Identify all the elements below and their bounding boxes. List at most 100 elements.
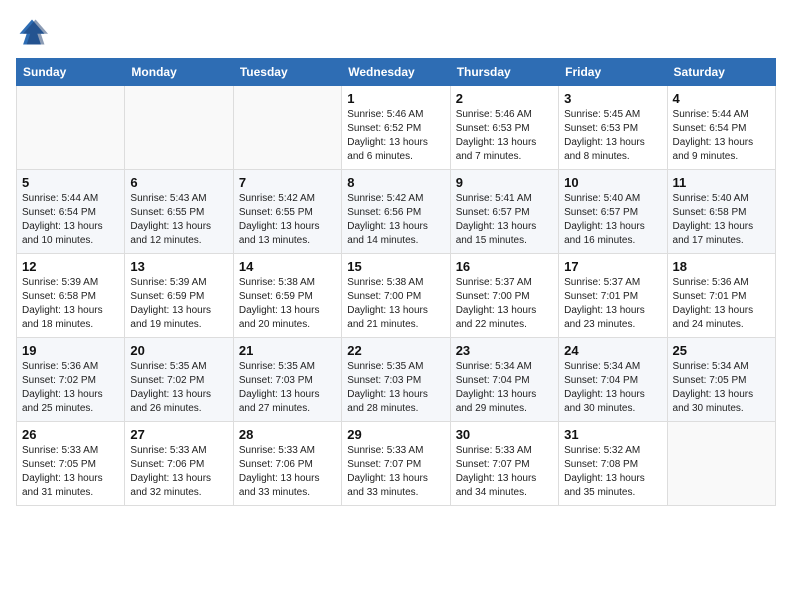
day-cell: 21 Sunrise: 5:35 AMSunset: 7:03 PMDayligh… [233,338,341,422]
day-info: Sunrise: 5:34 AMSunset: 7:05 PMDaylight:… [673,360,770,416]
day-number: 12 [22,259,119,274]
day-number: 9 [456,175,553,190]
day-number: 2 [456,91,553,106]
day-info: Sunrise: 5:37 AMSunset: 7:01 PMDaylight:… [564,276,661,332]
day-number: 6 [130,175,227,190]
day-info: Sunrise: 5:33 AMSunset: 7:07 PMDaylight:… [347,444,444,500]
day-info: Sunrise: 5:36 AMSunset: 7:02 PMDaylight:… [22,360,119,416]
day-info: Sunrise: 5:42 AMSunset: 6:56 PMDaylight:… [347,192,444,248]
day-number: 14 [239,259,336,274]
day-number: 27 [130,427,227,442]
day-number: 28 [239,427,336,442]
day-info: Sunrise: 5:37 AMSunset: 7:00 PMDaylight:… [456,276,553,332]
day-info: Sunrise: 5:38 AMSunset: 6:59 PMDaylight:… [239,276,336,332]
week-row-4: 19Sunrise: 5:36 AMSunset: 7:02 PMDayligh… [17,338,776,422]
day-cell: 27Sunrise: 5:33 AMSunset: 7:06 PMDayligh… [125,422,233,506]
day-cell: 6 Sunrise: 5:43 AMSunset: 6:55 PMDaylight… [125,170,233,254]
day-cell [233,86,341,170]
day-cell [17,86,125,170]
calendar-body: 1 Sunrise: 5:46 AMSunset: 6:52 PMDaylight… [17,86,776,506]
day-info: Sunrise: 5:32 AMSunset: 7:08 PMDaylight:… [564,444,661,500]
week-row-5: 26Sunrise: 5:33 AMSunset: 7:05 PMDayligh… [17,422,776,506]
day-cell: 1 Sunrise: 5:46 AMSunset: 6:52 PMDaylight… [342,86,450,170]
day-info: Sunrise: 5:34 AMSunset: 7:04 PMDaylight:… [456,360,553,416]
week-row-3: 12 Sunrise: 5:39 AMSunset: 6:58 PMDayligh… [17,254,776,338]
day-cell: 17 Sunrise: 5:37 AMSunset: 7:01 PMDayligh… [559,254,667,338]
day-info: Sunrise: 5:35 AMSunset: 7:03 PMDaylight:… [347,360,444,416]
day-info: Sunrise: 5:42 AMSunset: 6:55 PMDaylight:… [239,192,336,248]
day-cell: 15Sunrise: 5:38 AMSunset: 7:00 PMDayligh… [342,254,450,338]
day-info: Sunrise: 5:34 AMSunset: 7:04 PMDaylight:… [564,360,661,416]
day-cell: 12 Sunrise: 5:39 AMSunset: 6:58 PMDayligh… [17,254,125,338]
day-info: Sunrise: 5:33 AMSunset: 7:07 PMDaylight:… [456,444,553,500]
day-info: Sunrise: 5:44 AMSunset: 6:54 PMDaylight:… [673,108,770,164]
day-info: Sunrise: 5:45 AMSunset: 6:53 PMDaylight:… [564,108,661,164]
day-cell: 25Sunrise: 5:34 AMSunset: 7:05 PMDayligh… [667,338,775,422]
day-cell: 20Sunrise: 5:35 AMSunset: 7:02 PMDayligh… [125,338,233,422]
header-cell-sunday: Sunday [17,59,125,86]
day-info: Sunrise: 5:46 AMSunset: 6:53 PMDaylight:… [456,108,553,164]
day-info: Sunrise: 5:35 AMSunset: 7:03 PMDaylight:… [239,360,336,416]
day-number: 10 [564,175,661,190]
day-number: 24 [564,343,661,358]
day-number: 13 [130,259,227,274]
day-info: Sunrise: 5:40 AMSunset: 6:57 PMDaylight:… [564,192,661,248]
day-number: 18 [673,259,770,274]
header-cell-friday: Friday [559,59,667,86]
calendar-header: SundayMondayTuesdayWednesdayThursdayFrid… [17,59,776,86]
day-cell: 19Sunrise: 5:36 AMSunset: 7:02 PMDayligh… [17,338,125,422]
day-cell: 28 Sunrise: 5:33 AMSunset: 7:06 PMDayligh… [233,422,341,506]
day-info: Sunrise: 5:36 AMSunset: 7:01 PMDaylight:… [673,276,770,332]
calendar-table: SundayMondayTuesdayWednesdayThursdayFrid… [16,58,776,506]
day-cell: 16 Sunrise: 5:37 AMSunset: 7:00 PMDayligh… [450,254,558,338]
day-cell: 13 Sunrise: 5:39 AMSunset: 6:59 PMDayligh… [125,254,233,338]
day-number: 29 [347,427,444,442]
day-cell: 26Sunrise: 5:33 AMSunset: 7:05 PMDayligh… [17,422,125,506]
day-info: Sunrise: 5:33 AMSunset: 7:06 PMDaylight:… [239,444,336,500]
header-cell-thursday: Thursday [450,59,558,86]
day-info: Sunrise: 5:39 AMSunset: 6:58 PMDaylight:… [22,276,119,332]
week-row-1: 1 Sunrise: 5:46 AMSunset: 6:52 PMDaylight… [17,86,776,170]
day-cell: 31Sunrise: 5:32 AMSunset: 7:08 PMDayligh… [559,422,667,506]
day-number: 21 [239,343,336,358]
day-cell: 3Sunrise: 5:45 AMSunset: 6:53 PMDaylight… [559,86,667,170]
day-number: 5 [22,175,119,190]
page-header [16,16,776,48]
header-cell-tuesday: Tuesday [233,59,341,86]
header-row: SundayMondayTuesdayWednesdayThursdayFrid… [17,59,776,86]
day-cell: 4 Sunrise: 5:44 AMSunset: 6:54 PMDaylight… [667,86,775,170]
day-number: 4 [673,91,770,106]
day-number: 17 [564,259,661,274]
day-info: Sunrise: 5:38 AMSunset: 7:00 PMDaylight:… [347,276,444,332]
day-cell: 8 Sunrise: 5:42 AMSunset: 6:56 PMDaylight… [342,170,450,254]
day-number: 11 [673,175,770,190]
header-cell-wednesday: Wednesday [342,59,450,86]
day-number: 26 [22,427,119,442]
day-number: 1 [347,91,444,106]
day-info: Sunrise: 5:43 AMSunset: 6:55 PMDaylight:… [130,192,227,248]
day-cell: 10 Sunrise: 5:40 AMSunset: 6:57 PMDayligh… [559,170,667,254]
day-cell: 2 Sunrise: 5:46 AMSunset: 6:53 PMDaylight… [450,86,558,170]
day-cell: 5 Sunrise: 5:44 AMSunset: 6:54 PMDaylight… [17,170,125,254]
day-number: 20 [130,343,227,358]
day-info: Sunrise: 5:39 AMSunset: 6:59 PMDaylight:… [130,276,227,332]
week-row-2: 5 Sunrise: 5:44 AMSunset: 6:54 PMDaylight… [17,170,776,254]
header-cell-saturday: Saturday [667,59,775,86]
day-cell: 24 Sunrise: 5:34 AMSunset: 7:04 PMDayligh… [559,338,667,422]
day-number: 30 [456,427,553,442]
day-info: Sunrise: 5:44 AMSunset: 6:54 PMDaylight:… [22,192,119,248]
day-number: 8 [347,175,444,190]
day-info: Sunrise: 5:40 AMSunset: 6:58 PMDaylight:… [673,192,770,248]
day-cell [667,422,775,506]
day-number: 16 [456,259,553,274]
logo-icon [16,16,48,48]
day-info: Sunrise: 5:46 AMSunset: 6:52 PMDaylight:… [347,108,444,164]
logo [16,16,52,48]
day-cell: 23Sunrise: 5:34 AMSunset: 7:04 PMDayligh… [450,338,558,422]
day-number: 7 [239,175,336,190]
day-cell [125,86,233,170]
day-cell: 11 Sunrise: 5:40 AMSunset: 6:58 PMDayligh… [667,170,775,254]
day-number: 22 [347,343,444,358]
day-cell: 29 Sunrise: 5:33 AMSunset: 7:07 PMDayligh… [342,422,450,506]
day-info: Sunrise: 5:41 AMSunset: 6:57 PMDaylight:… [456,192,553,248]
